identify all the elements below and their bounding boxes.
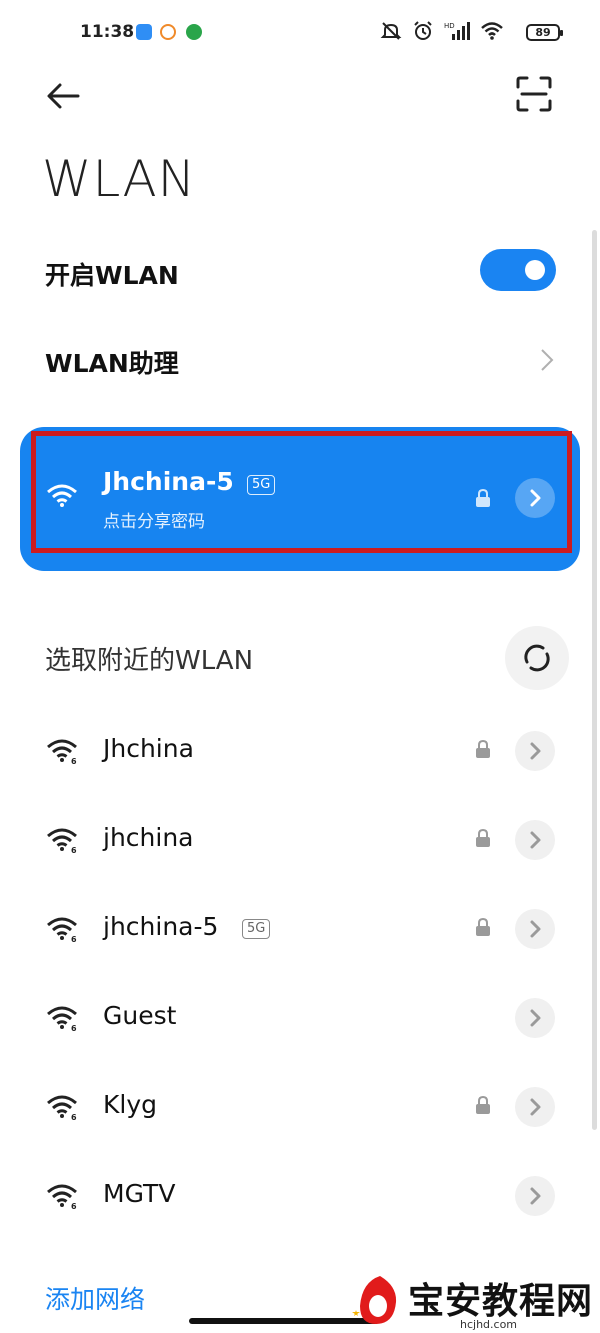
network-row[interactable]: 6 jhchina [0, 799, 600, 888]
lock-icon [476, 918, 490, 936]
scrollbar[interactable] [592, 230, 597, 1130]
battery-indicator: 89 [526, 24, 563, 41]
lock-icon [476, 740, 490, 758]
network-details-button[interactable] [515, 1087, 555, 1127]
5g-badge: 5G [247, 475, 276, 495]
network-name: Klyg [103, 1090, 158, 1119]
page-title: WLAN [42, 150, 197, 208]
wifi-icon [481, 22, 503, 40]
lock-icon [476, 489, 490, 507]
wifi-signal-icon: 6 [47, 1006, 77, 1031]
network-details-button[interactable] [515, 478, 555, 518]
network-name: MGTV [103, 1179, 176, 1208]
refresh-button[interactable] [505, 626, 569, 690]
watermark-text: 宝安教程网 [408, 1281, 594, 1322]
toggle-knob [525, 260, 545, 280]
connected-network-name: Jhchina-5 [103, 467, 234, 496]
status-icons: HD [380, 20, 504, 42]
chevron-right-icon[interactable] [537, 346, 557, 374]
app-icon [160, 24, 176, 40]
status-time: 11:38 [80, 22, 135, 42]
svg-text:HD: HD [444, 22, 455, 30]
svg-text:6: 6 [71, 1113, 77, 1120]
nearby-networks-title: 选取附近的WLAN [45, 646, 254, 676]
network-row[interactable]: 6 Jhchina [0, 710, 600, 799]
network-details-button[interactable] [515, 1176, 555, 1216]
network-details-button[interactable] [515, 909, 555, 949]
app-icon [136, 24, 152, 40]
add-network-link[interactable]: 添加网络 [45, 1280, 145, 1316]
svg-text:6: 6 [71, 1024, 77, 1031]
wifi-signal-icon: 6 [47, 828, 77, 853]
chevron-right-icon [530, 1009, 541, 1027]
network-details-button[interactable] [515, 998, 555, 1038]
network-row[interactable]: 6 Klyg [0, 1066, 600, 1155]
svg-text:6: 6 [71, 1202, 77, 1209]
chevron-right-icon [530, 1098, 541, 1116]
wlan-toggle-label: 开启WLAN [45, 261, 179, 290]
mute-icon [380, 22, 402, 40]
app-icon [186, 24, 202, 40]
wlan-assistant-label[interactable]: WLAN助理 [45, 344, 179, 380]
network-row[interactable]: 6 Guest [0, 977, 600, 1066]
back-arrow-icon[interactable] [44, 76, 84, 116]
wifi-signal-icon: 6 [47, 1184, 77, 1209]
wifi-signal-icon: 6 [47, 739, 77, 764]
network-name: jhchina-5 [103, 912, 219, 941]
5g-badge: 5G [242, 919, 271, 939]
refresh-icon [524, 644, 550, 672]
wifi-signal-icon: 6 [47, 917, 77, 942]
chevron-right-icon [530, 1187, 541, 1205]
network-name: Guest [103, 1001, 177, 1030]
watermark-url: hcjhd.com [460, 1318, 518, 1331]
svg-text:6: 6 [71, 846, 77, 853]
wlan-toggle-switch[interactable] [480, 249, 556, 291]
network-details-button[interactable] [515, 731, 555, 771]
wifi-signal-icon [47, 484, 77, 507]
scan-qr-icon[interactable] [516, 76, 552, 112]
lock-icon [476, 1096, 490, 1114]
chevron-right-icon [530, 831, 541, 849]
alarm-icon [414, 21, 432, 40]
watermark-logo [352, 1276, 397, 1324]
network-name: Jhchina [103, 734, 194, 763]
network-details-button[interactable] [515, 820, 555, 860]
svg-text:6: 6 [71, 757, 77, 764]
svg-text:6: 6 [71, 935, 77, 942]
chevron-right-icon [530, 489, 541, 507]
network-row[interactable]: 6 MGTV [0, 1155, 600, 1244]
chevron-right-icon [530, 742, 541, 760]
share-password-hint[interactable]: 点击分享密码 [103, 507, 205, 532]
network-row[interactable]: 6 jhchina-5 5G [0, 888, 600, 977]
chevron-right-icon [530, 920, 541, 938]
lock-icon [476, 829, 490, 847]
wifi-signal-icon: 6 [47, 1095, 77, 1120]
signal-icon: HD [444, 22, 470, 40]
network-name: jhchina [103, 823, 194, 852]
